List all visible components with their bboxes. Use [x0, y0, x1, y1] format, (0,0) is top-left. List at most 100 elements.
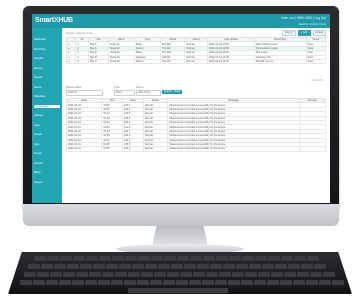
reset-button[interactable]: Reset [172, 90, 183, 94]
sidebar-item-alarms[interactable]: Alarms [34, 86, 60, 89]
sidebar-item-devices[interactable]: Devices [34, 67, 60, 70]
keyboard-key [28, 264, 40, 270]
keyboard-key [63, 272, 75, 278]
app-logo[interactable]: SmartXHUB [35, 17, 73, 24]
table-cell: ● [65, 58, 77, 65]
table-cell: 5 [75, 58, 89, 65]
keyboard-key [163, 280, 175, 286]
sidebar-item-site-manager[interactable]: Site Manager [34, 104, 60, 108]
keyboard-key [219, 272, 231, 278]
keyboard-key [50, 272, 62, 278]
sidebar-item-logs[interactable]: Logs [34, 143, 60, 146]
keyboard-key [293, 280, 305, 286]
sidebar-item-groups[interactable]: Groups [34, 133, 60, 136]
type-select[interactable]: Meter [114, 90, 135, 96]
keyboard-key [46, 280, 58, 286]
keyboard-key [106, 264, 118, 270]
keyboard-key [216, 256, 228, 262]
keyboard-key [33, 280, 45, 286]
keyboard-key [124, 280, 136, 286]
keyboard-key [167, 272, 179, 278]
keyboard-key [128, 272, 140, 278]
monitor-chin [23, 204, 339, 226]
sidebar-item-analytics[interactable]: Analytics [34, 57, 60, 60]
keyboard-key [76, 272, 88, 278]
keyboard-key [206, 272, 218, 278]
sidebar-item-analysis[interactable]: Analysis [34, 162, 60, 165]
keyboard-key [89, 272, 101, 278]
table-cell: 2021-01-01 [65, 146, 103, 152]
keyboard-key [54, 264, 66, 270]
table-cell: Site C [87, 58, 110, 65]
keyboard-key [24, 272, 36, 278]
keyboard-key [158, 264, 170, 270]
period-input[interactable]: 2021-01-01 [136, 90, 161, 96]
keyboard-key [241, 280, 253, 286]
sidebar: Dashboard Monitoring Analytics Devices Repor… [32, 28, 62, 203]
keyboard-key [284, 272, 296, 278]
keyboard-key [137, 280, 149, 286]
delete-button[interactable]: Delete [312, 30, 326, 36]
keyboard-key [297, 272, 309, 278]
keyboard-key [255, 256, 267, 262]
desktop-computer-photo: SmartXHUB User: xxx | 0000-0000 | Log Ou… [0, 0, 360, 297]
sidebar-item-reports[interactable]: Reports [34, 76, 60, 79]
keyboard-key [73, 256, 85, 262]
keyboard-key [223, 264, 235, 270]
keyboard-key [171, 264, 183, 270]
sidebar-item-billing[interactable]: Billing [34, 171, 60, 174]
table-cell: - [298, 146, 327, 152]
keyboard-key [112, 256, 124, 262]
keyboard-key [145, 264, 157, 270]
keyboard-key [232, 272, 244, 278]
table-row[interactable]: ● 5 Site C Node 05 Sensor SX-110 Normal 2021-01… [65, 58, 327, 65]
keyboard-key [332, 280, 344, 286]
keyboard-key [254, 280, 266, 286]
keyboard-key [47, 256, 59, 262]
keyboard-key [323, 272, 335, 278]
app-header: SmartXHUB User: xxx | 0000-0000 | Log Ou… [32, 14, 330, 28]
device-name-label: Device Name [66, 86, 82, 89]
header-user-info[interactable]: User: xxx | 0000-0000 | Log Out [281, 16, 326, 20]
keyboard-row [28, 264, 326, 270]
keyboard-key [236, 264, 248, 270]
table-cell: Normal [142, 146, 169, 152]
keyboard-key [34, 256, 46, 262]
sidebar-item-settings[interactable]: Settings [34, 114, 60, 117]
table-cell: Node 05 [108, 58, 135, 65]
sidebar-item-users[interactable]: Users [34, 124, 60, 127]
keyboard-key [125, 256, 137, 262]
sidebar-item-energy[interactable]: Energy [34, 152, 60, 155]
keyboard-key [202, 280, 214, 286]
keyboard-key [228, 280, 240, 286]
keyboard-key [242, 256, 254, 262]
sidebar-item-support[interactable]: Support [34, 181, 60, 184]
keyboard-key [215, 280, 227, 286]
add-button[interactable]: + Add [297, 30, 311, 36]
sidebar-item-schedules[interactable]: Schedules [34, 95, 60, 98]
keyboard-key [119, 264, 131, 270]
pagination[interactable]: < 1 2 3 4 5 > [309, 79, 324, 82]
toolbar: Export + Add Delete [282, 30, 326, 36]
keyboard-row [34, 256, 319, 262]
keyboard-key [184, 264, 196, 270]
keyboard-key [310, 272, 322, 278]
keyboard-key [271, 272, 283, 278]
keyboard-key [98, 280, 110, 286]
keyboard-key [141, 272, 153, 278]
logo-text-smart: Smart [35, 17, 54, 24]
table-cell: Sensor [133, 58, 162, 65]
table-cell: Humidity sensor [253, 58, 307, 65]
keyboard-key [151, 256, 163, 262]
sidebar-item-monitoring[interactable]: Monitoring [34, 48, 60, 51]
keyboard-row [24, 272, 335, 278]
keyboard-key [111, 280, 123, 286]
keyboard-key [306, 280, 318, 286]
device-name-input[interactable]: Node 01 [66, 90, 103, 96]
keyboard-key [210, 264, 222, 270]
table-cell: 123.3 [122, 146, 144, 152]
export-button[interactable]: Export [282, 30, 296, 36]
table-row[interactable]: 2021-01-01 10:50 123.3 Normal Measurement re… [65, 146, 327, 152]
sidebar-item-dashboard[interactable]: Dashboard [34, 38, 60, 41]
header-tools[interactable]: Search / Quick Tools [299, 22, 326, 26]
